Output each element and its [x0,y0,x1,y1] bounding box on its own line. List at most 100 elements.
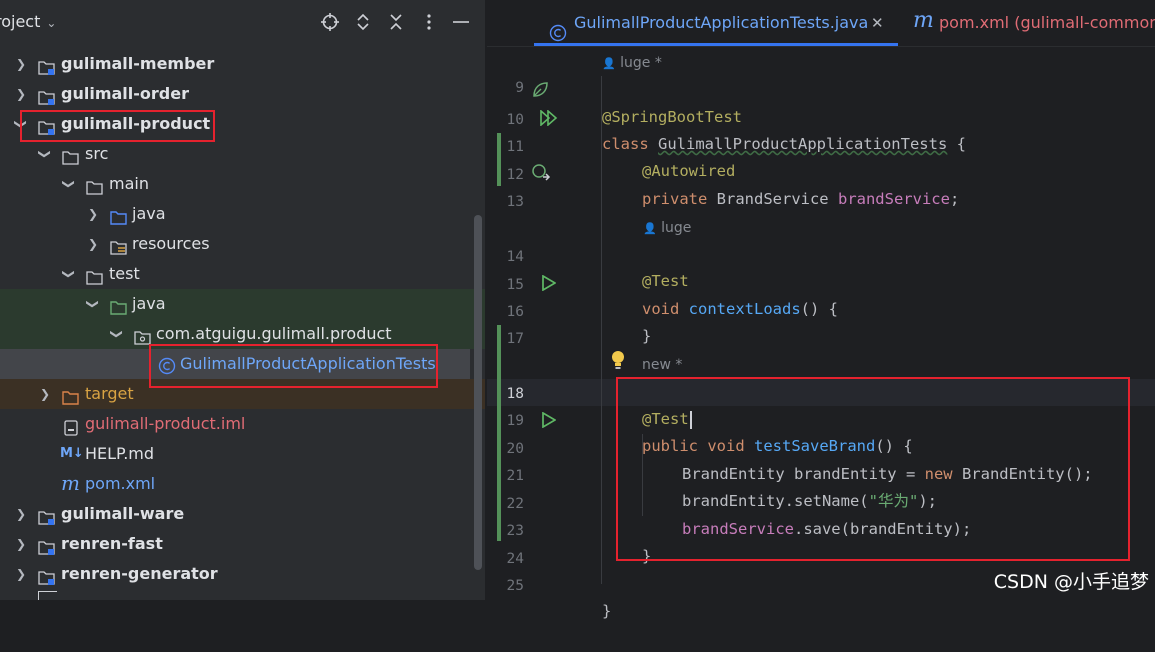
tree-item-src[interactable]: ❯ src [0,139,485,169]
highlight-box-test-method [616,377,1130,561]
editor-tabbar: GulimallProductApplicationTests.java ✕ m… [487,0,1155,47]
chevron-down-icon: ⌄ [46,16,57,30]
author-hint[interactable]: 👤 luge * [602,52,662,74]
tree-item-test-java[interactable]: ❯ java [0,289,485,319]
tree-item-label: main [109,174,149,193]
code-line-9[interactable]: @SpringBootTest [487,77,1155,126]
chevron-down-icon[interactable]: ❯ [54,177,84,191]
chevron-right-icon[interactable]: ❯ [86,229,100,259]
chevron-right-icon[interactable]: ❯ [38,379,52,409]
module-folder-icon [38,86,56,105]
code-token: private [642,190,708,208]
tree-item-main[interactable]: ❯ main [0,169,485,199]
test-folder-icon [110,296,128,315]
chevron-down-icon[interactable]: ❯ [54,267,84,281]
code-line-12[interactable]: private BrandService brandService; [487,159,1155,208]
excluded-folder-icon [62,386,80,405]
close-tab-icon[interactable]: ✕ [871,0,884,46]
tree-item-test[interactable]: ❯ test [0,259,485,289]
chevron-right-icon[interactable]: ❯ [14,79,28,109]
watermark: CSDN @小手追梦 [993,571,1149,593]
collapse-all-icon[interactable] [386,12,406,32]
module-folder-icon [38,536,56,555]
more-options-icon[interactable] [419,12,439,32]
project-view-selector[interactable]: roject ⌄ [0,12,56,31]
folder-icon [62,146,80,165]
code-line-10[interactable]: class GulimallProductApplicationTests { [487,104,1155,153]
user-icon: 👤 [602,57,616,70]
tree-item-gulimall-member[interactable]: ❯ gulimall-member [0,49,485,79]
resources-folder-icon [110,236,128,255]
author-hint-label: new * [642,357,683,373]
tree-item-gulimall-ware[interactable]: ❯ gulimall-ware [0,499,485,529]
tree-item-label: java [132,204,166,223]
tree-item-label: renren-fast [61,534,163,553]
folder-icon [86,266,104,285]
tree-item-main-java[interactable]: ❯ java [0,199,485,229]
tree-item-label: gulimall-product.iml [85,414,246,433]
lightbulb-icon[interactable] [611,350,625,370]
code-line-15[interactable]: void contextLoads() { [487,269,1155,318]
highlight-box-module [20,110,215,142]
chevron-right-icon[interactable]: ❯ [14,559,28,589]
project-panel-header: roject ⌄ [0,0,485,46]
code-line-16[interactable]: } [487,296,1155,345]
chevron-right-icon[interactable]: ❯ [14,49,28,79]
chevron-right-icon[interactable]: ❯ [14,529,28,559]
tree-item-label: test [109,264,140,283]
tree-item-label: gulimall-member [61,54,215,73]
chevron-down-icon[interactable]: ❯ [78,297,108,311]
active-tab-indicator [534,43,898,46]
tree-item-label: HELP.md [85,444,155,463]
code-token: } [602,602,612,620]
maven-icon: m [913,8,934,33]
code-editor[interactable]: GulimallProductApplicationTests.java ✕ m… [487,0,1155,620]
expand-collapse-icon[interactable] [353,12,373,32]
module-folder-icon [38,566,56,585]
project-panel: roject ⌄ ❯ gulimall-member ❯ gulimall-ord… [0,0,485,600]
module-folder-icon [38,56,56,75]
tree-item-renren-fast[interactable]: ❯ renren-fast [0,529,485,559]
tree-item-iml[interactable]: gulimall-product.iml [0,409,485,439]
author-hint[interactable]: 👤 luge [643,217,691,239]
markdown-icon: M↓ [60,446,84,461]
chevron-right-icon[interactable]: ❯ [86,199,100,229]
folder-icon [86,176,104,195]
tree-item-label: renren-generator [61,564,218,583]
tree-item-label: pom.xml [85,474,156,493]
tree-item-pom[interactable]: m pom.xml [0,469,485,499]
tree-item-resources[interactable]: ❯ resources [0,229,485,259]
tab-label: pom.xml (gulimall-common) [939,13,1155,32]
tab-label: GulimallProductApplicationTests.java [574,13,869,32]
chevron-right-icon[interactable]: ❯ [14,499,28,529]
highlight-box-test-class [149,344,438,388]
tree-item-label: gulimall-order [61,84,189,103]
tree-item-label: gulimall-ware [61,504,185,523]
chevron-down-icon[interactable]: ❯ [102,327,132,341]
project-panel-title: roject [0,12,41,31]
author-hint[interactable]: new * [642,354,682,376]
code-token: BrandService [707,190,838,208]
code-line-14[interactable]: @Test [487,241,1155,290]
source-folder-icon [110,206,128,225]
tree-item-label: resources [132,234,210,253]
author-hint-label: luge * [620,55,662,71]
locate-icon[interactable] [320,12,340,32]
maven-icon: m [61,471,80,495]
module-folder-icon [38,591,57,600]
chevron-down-icon[interactable]: ❯ [30,147,60,161]
module-folder-icon [38,506,56,525]
code-line-11[interactable]: @Autowired [487,131,1155,180]
minimize-icon[interactable] [451,12,471,32]
tree-item-renren-generator[interactable]: ❯ renren-generator [0,559,485,589]
user-icon: 👤 [643,222,657,235]
tree-item-label: java [132,294,166,313]
tree-item-gulimall-order[interactable]: ❯ gulimall-order [0,79,485,109]
iml-file-icon [62,416,80,436]
code-token: } [642,327,652,345]
tree-item-label: src [85,144,109,163]
tree-item-help-md[interactable]: M↓ HELP.md [0,439,485,469]
project-scrollbar[interactable] [474,215,482,570]
code-token: brandService [837,190,950,208]
code-token: ; [949,190,960,208]
